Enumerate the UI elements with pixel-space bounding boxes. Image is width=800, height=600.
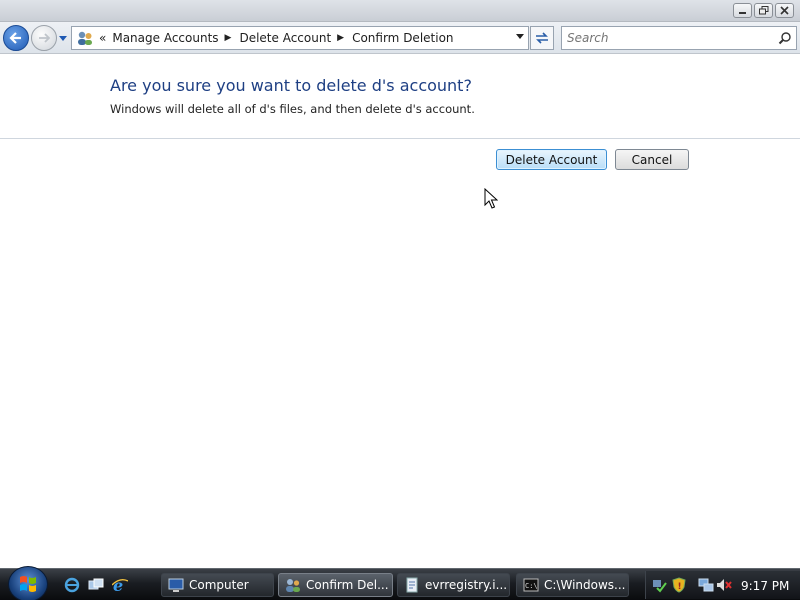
network-check-icon[interactable] (651, 577, 667, 593)
svg-text:!: ! (678, 582, 682, 592)
address-dropdown-icon[interactable] (516, 34, 524, 39)
title-bar (0, 0, 800, 22)
switch-windows-icon (88, 578, 104, 590)
mouse-cursor-icon (484, 188, 498, 209)
minimize-icon (739, 12, 746, 14)
taskbar-item-computer[interactable]: Computer (161, 573, 274, 597)
windows-logo-icon (20, 576, 36, 592)
quick-launch-internet-explorer[interactable] (63, 576, 81, 594)
taskbar: e Computer Confirm Del... evrregistry.i.… (0, 566, 800, 600)
taskbar-item-label: evrregistry.i... (425, 578, 508, 592)
content-pane: Are you sure you want to delete d's acco… (0, 55, 800, 568)
divider (0, 138, 800, 139)
breadcrumb-confirm-deletion[interactable]: Confirm Deletion (352, 31, 453, 45)
delete-account-button[interactable]: Delete Account (496, 149, 607, 170)
search-input[interactable] (562, 27, 762, 49)
breadcrumb-manage-accounts[interactable]: Manage Accounts (112, 31, 218, 45)
computer-icon (168, 578, 184, 592)
taskbar-item-label: Confirm Del... (306, 578, 389, 592)
search-box[interactable] (561, 26, 797, 50)
refresh-icon (536, 32, 548, 44)
back-arrow-icon (9, 32, 21, 44)
taskbar-item-label: C:\Windows... (544, 578, 626, 592)
user-accounts-icon (286, 579, 300, 592)
forward-arrow-icon (39, 33, 51, 43)
clock[interactable]: 9:17 PM (741, 579, 789, 593)
close-button[interactable] (775, 3, 794, 18)
taskbar-item-evrregistry[interactable]: evrregistry.i... (397, 573, 510, 597)
breadcrumb-delete-account[interactable]: Delete Account (239, 31, 331, 45)
page-description: Windows will delete all of d's files, an… (110, 102, 475, 116)
internet-explorer-icon (64, 577, 80, 593)
quick-launch-ie[interactable]: e (111, 576, 129, 594)
close-icon (780, 6, 789, 15)
breadcrumb-separator-icon[interactable]: ▶ (225, 33, 232, 43)
address-bar[interactable]: « Manage Accounts ▶ Delete Account ▶ Con… (71, 26, 529, 50)
taskbar-item-confirm-deletion[interactable]: Confirm Del... (278, 573, 393, 597)
volume-muted-icon[interactable] (716, 577, 732, 593)
restore-icon (758, 6, 768, 15)
breadcrumb-separator-icon[interactable]: ▶ (337, 33, 344, 43)
restore-button[interactable] (754, 3, 773, 18)
screen: « Manage Accounts ▶ Delete Account ▶ Con… (0, 0, 800, 600)
taskbar-item-command-prompt[interactable]: C:\ C:\Windows... (516, 573, 629, 597)
recent-pages-dropdown[interactable] (58, 32, 68, 44)
back-button[interactable] (3, 25, 29, 51)
search-icon[interactable] (778, 31, 792, 45)
minimize-button[interactable] (733, 3, 752, 18)
navigation-bar: « Manage Accounts ▶ Delete Account ▶ Con… (0, 22, 800, 54)
document-icon (406, 577, 418, 593)
taskbar-item-label: Computer (189, 578, 249, 592)
command-prompt-icon: C:\ (523, 578, 539, 592)
security-shield-icon[interactable]: ! (671, 577, 687, 593)
breadcrumb-overflow[interactable]: « (99, 31, 106, 45)
system-tray: ! 9:17 PM (645, 571, 800, 599)
svg-text:C:\: C:\ (525, 582, 538, 590)
network-connection-icon[interactable] (698, 577, 714, 593)
start-button[interactable] (8, 566, 48, 600)
quick-launch-switch-windows[interactable] (87, 576, 105, 594)
cancel-button[interactable]: Cancel (615, 149, 689, 170)
user-accounts-icon (74, 27, 96, 49)
refresh-button[interactable] (530, 26, 554, 50)
forward-button[interactable] (31, 25, 57, 51)
ie-e-icon: e (112, 577, 128, 593)
page-title: Are you sure you want to delete d's acco… (110, 76, 472, 95)
